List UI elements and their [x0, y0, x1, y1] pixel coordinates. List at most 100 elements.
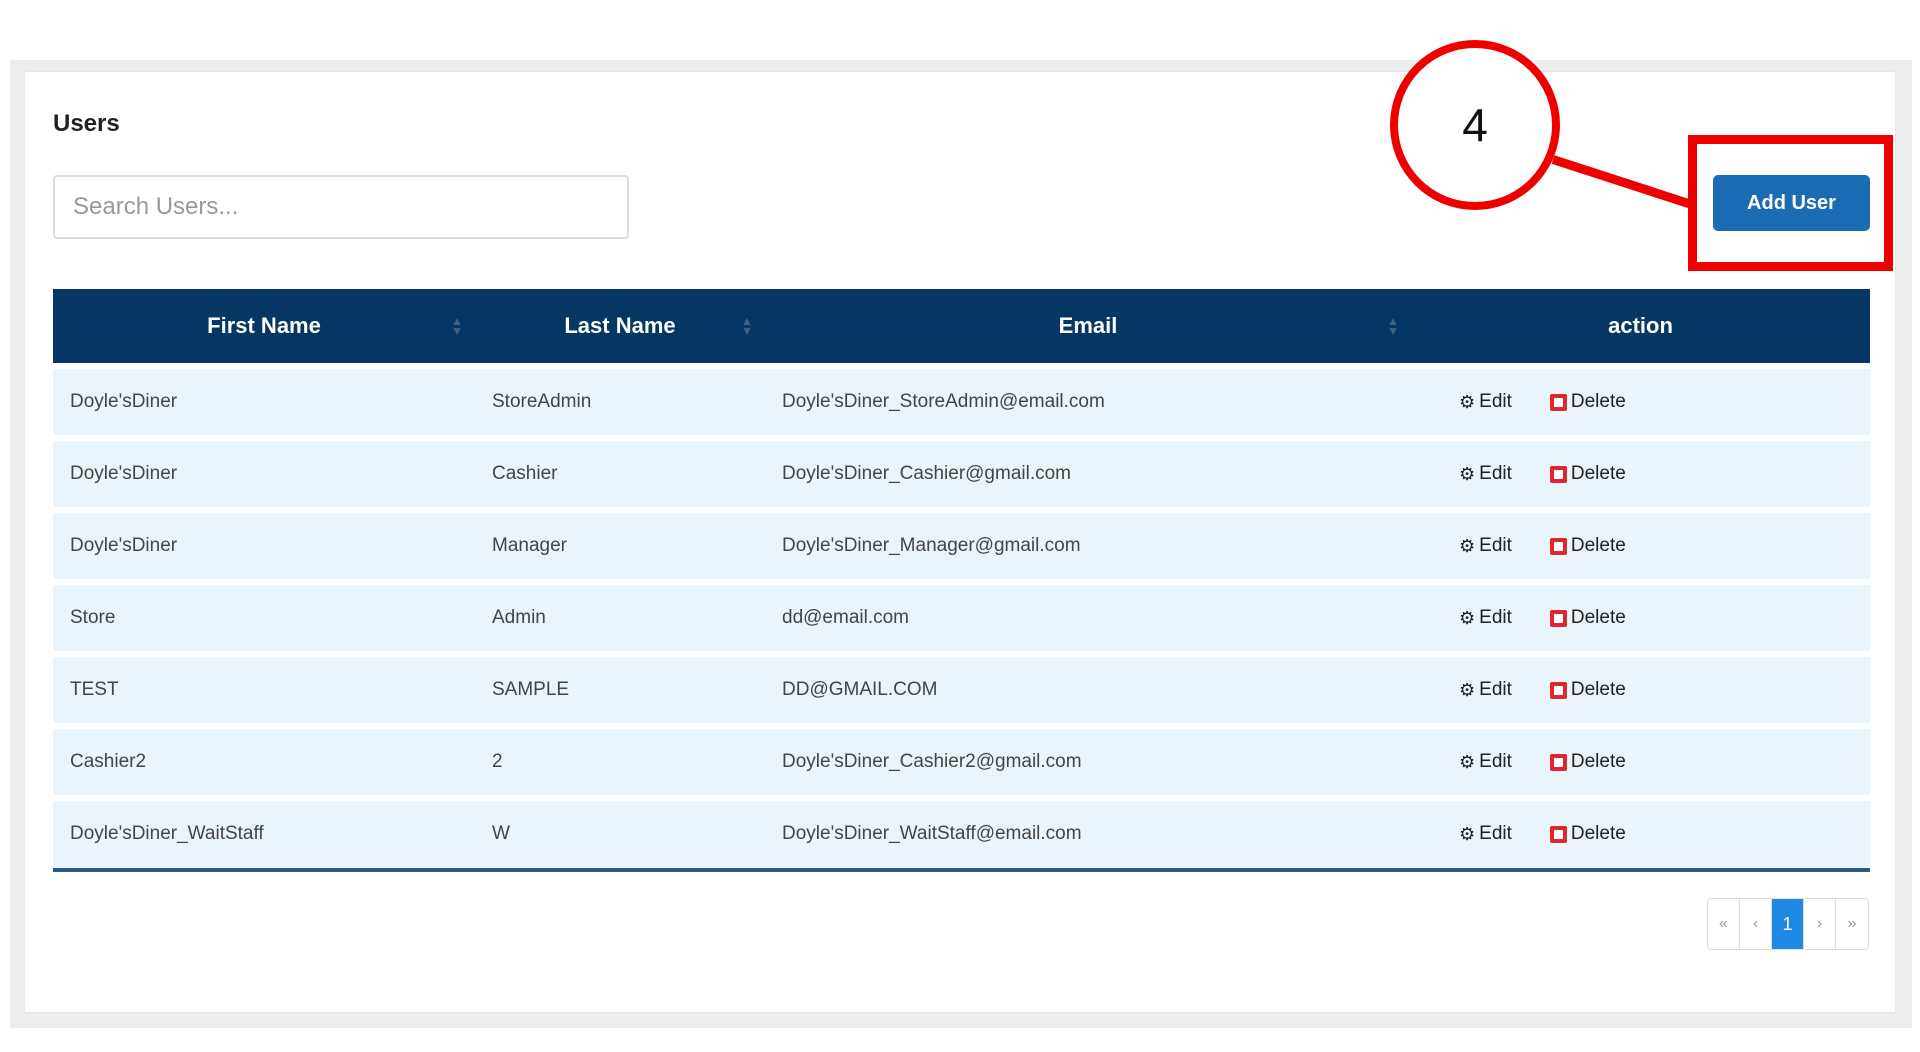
header-first-name[interactable]: First Name ▲ ▼: [53, 289, 475, 363]
pagination-last-button[interactable]: »: [1836, 899, 1868, 949]
table-row: Doyle'sDiner Cashier Doyle'sDiner_Cashier@…: [53, 441, 1870, 507]
table-bottom-border: [53, 868, 1870, 872]
table-row: Doyle'sDiner_WaitStaff W Doyle'sDiner_Wait…: [53, 801, 1870, 867]
cell-actions: ⚙ Edit Delete: [1411, 513, 1870, 579]
cell-email: Doyle'sDiner_WaitStaff@email.com: [765, 801, 1411, 867]
pagination-prev-button[interactable]: ‹: [1740, 899, 1772, 949]
cell-first-name: Doyle'sDiner: [53, 369, 475, 435]
table-row: Cashier2 2 Doyle'sDiner_Cashier2@gmail.com…: [53, 729, 1870, 795]
gear-icon: ⚙: [1459, 391, 1476, 412]
table-row: Doyle'sDiner Manager Doyle'sDiner_Manager@…: [53, 513, 1870, 579]
delete-button[interactable]: Delete: [1549, 607, 1626, 629]
gear-icon: ⚙: [1459, 823, 1476, 844]
header-email[interactable]: Email ▲ ▼: [765, 289, 1411, 363]
delete-icon: [1549, 681, 1567, 699]
cell-last-name: W: [475, 801, 765, 867]
edit-label: Edit: [1479, 391, 1512, 412]
callout-step-badge: 4: [1390, 40, 1560, 210]
gear-icon: ⚙: [1459, 679, 1476, 700]
cell-first-name: TEST: [53, 657, 475, 723]
delete-icon: [1549, 465, 1567, 483]
cell-last-name: SAMPLE: [475, 657, 765, 723]
gear-icon: ⚙: [1459, 607, 1476, 628]
cell-email: Doyle'sDiner_StoreAdmin@email.com: [765, 369, 1411, 435]
edit-button[interactable]: ⚙ Edit: [1459, 823, 1512, 845]
cell-first-name: Doyle'sDiner: [53, 441, 475, 507]
edit-label: Edit: [1479, 823, 1512, 844]
page-title: Users: [53, 110, 120, 137]
users-table-body: Doyle'sDiner StoreAdmin Doyle'sDiner_Store…: [53, 369, 1870, 867]
gear-icon: ⚙: [1459, 751, 1476, 772]
delete-button[interactable]: Delete: [1549, 391, 1626, 413]
sort-icon: ▲ ▼: [1387, 314, 1399, 338]
gear-icon: ⚙: [1459, 535, 1476, 556]
table-header-row: First Name ▲ ▼ Last Name ▲ ▼ Email ▲ ▼ acti…: [53, 289, 1870, 363]
header-last-name-label: Last Name: [564, 313, 676, 338]
edit-button[interactable]: ⚙ Edit: [1459, 679, 1512, 701]
pagination-page-1[interactable]: 1: [1772, 899, 1804, 949]
cell-actions: ⚙ Edit Delete: [1411, 657, 1870, 723]
sort-icon: ▲ ▼: [451, 314, 463, 338]
delete-icon: [1549, 609, 1567, 627]
delete-label: Delete: [1570, 391, 1626, 412]
edit-button[interactable]: ⚙ Edit: [1459, 535, 1512, 557]
cell-last-name: Cashier: [475, 441, 765, 507]
delete-label: Delete: [1570, 607, 1626, 628]
edit-label: Edit: [1479, 751, 1512, 772]
delete-button[interactable]: Delete: [1549, 679, 1626, 701]
cell-actions: ⚙ Edit Delete: [1411, 729, 1870, 795]
table-row: Store Admin dd@email.com ⚙ Edit Delete: [53, 585, 1870, 651]
delete-icon: [1549, 753, 1567, 771]
cell-last-name: Manager: [475, 513, 765, 579]
delete-icon: [1549, 537, 1567, 555]
header-last-name[interactable]: Last Name ▲ ▼: [475, 289, 765, 363]
cell-email: dd@email.com: [765, 585, 1411, 651]
pagination: « ‹ 1 › »: [1707, 898, 1869, 950]
pagination-first-button[interactable]: «: [1708, 899, 1740, 949]
delete-label: Delete: [1570, 535, 1626, 556]
delete-icon: [1549, 393, 1567, 411]
cell-last-name: StoreAdmin: [475, 369, 765, 435]
delete-button[interactable]: Delete: [1549, 823, 1626, 845]
cell-actions: ⚙ Edit Delete: [1411, 585, 1870, 651]
cell-actions: ⚙ Edit Delete: [1411, 369, 1870, 435]
sort-icon: ▲ ▼: [741, 314, 753, 338]
edit-label: Edit: [1479, 463, 1512, 484]
delete-button[interactable]: Delete: [1549, 463, 1626, 485]
cell-email: DD@GMAIL.COM: [765, 657, 1411, 723]
cell-last-name: 2: [475, 729, 765, 795]
header-first-name-label: First Name: [207, 313, 321, 338]
cell-last-name: Admin: [475, 585, 765, 651]
pagination-next-button[interactable]: ›: [1804, 899, 1836, 949]
add-user-button[interactable]: Add User: [1713, 175, 1870, 231]
cell-first-name: Store: [53, 585, 475, 651]
table-row: Doyle'sDiner StoreAdmin Doyle'sDiner_Store…: [53, 369, 1870, 435]
delete-label: Delete: [1570, 463, 1626, 484]
edit-button[interactable]: ⚙ Edit: [1459, 463, 1512, 485]
users-table: First Name ▲ ▼ Last Name ▲ ▼ Email ▲ ▼ acti…: [53, 283, 1870, 873]
edit-button[interactable]: ⚙ Edit: [1459, 607, 1512, 629]
edit-button[interactable]: ⚙ Edit: [1459, 391, 1512, 413]
edit-label: Edit: [1479, 679, 1512, 700]
header-email-label: Email: [1058, 313, 1118, 338]
table-row: TEST SAMPLE DD@GMAIL.COM ⚙ Edit Delete: [53, 657, 1870, 723]
search-input[interactable]: [53, 175, 629, 239]
cell-email: Doyle'sDiner_Cashier2@gmail.com: [765, 729, 1411, 795]
edit-label: Edit: [1479, 607, 1512, 628]
edit-label: Edit: [1479, 535, 1512, 556]
delete-label: Delete: [1570, 823, 1626, 844]
cell-email: Doyle'sDiner_Manager@gmail.com: [765, 513, 1411, 579]
cell-first-name: Cashier2: [53, 729, 475, 795]
cell-actions: ⚙ Edit Delete: [1411, 801, 1870, 867]
cell-email: Doyle'sDiner_Cashier@gmail.com: [765, 441, 1411, 507]
header-action-label: action: [1608, 313, 1673, 338]
delete-icon: [1549, 825, 1567, 843]
edit-button[interactable]: ⚙ Edit: [1459, 751, 1512, 773]
delete-button[interactable]: Delete: [1549, 535, 1626, 557]
delete-label: Delete: [1570, 679, 1626, 700]
delete-button[interactable]: Delete: [1549, 751, 1626, 773]
header-action: action: [1411, 289, 1870, 363]
delete-label: Delete: [1570, 751, 1626, 772]
cell-first-name: Doyle'sDiner_WaitStaff: [53, 801, 475, 867]
gear-icon: ⚙: [1459, 463, 1476, 484]
